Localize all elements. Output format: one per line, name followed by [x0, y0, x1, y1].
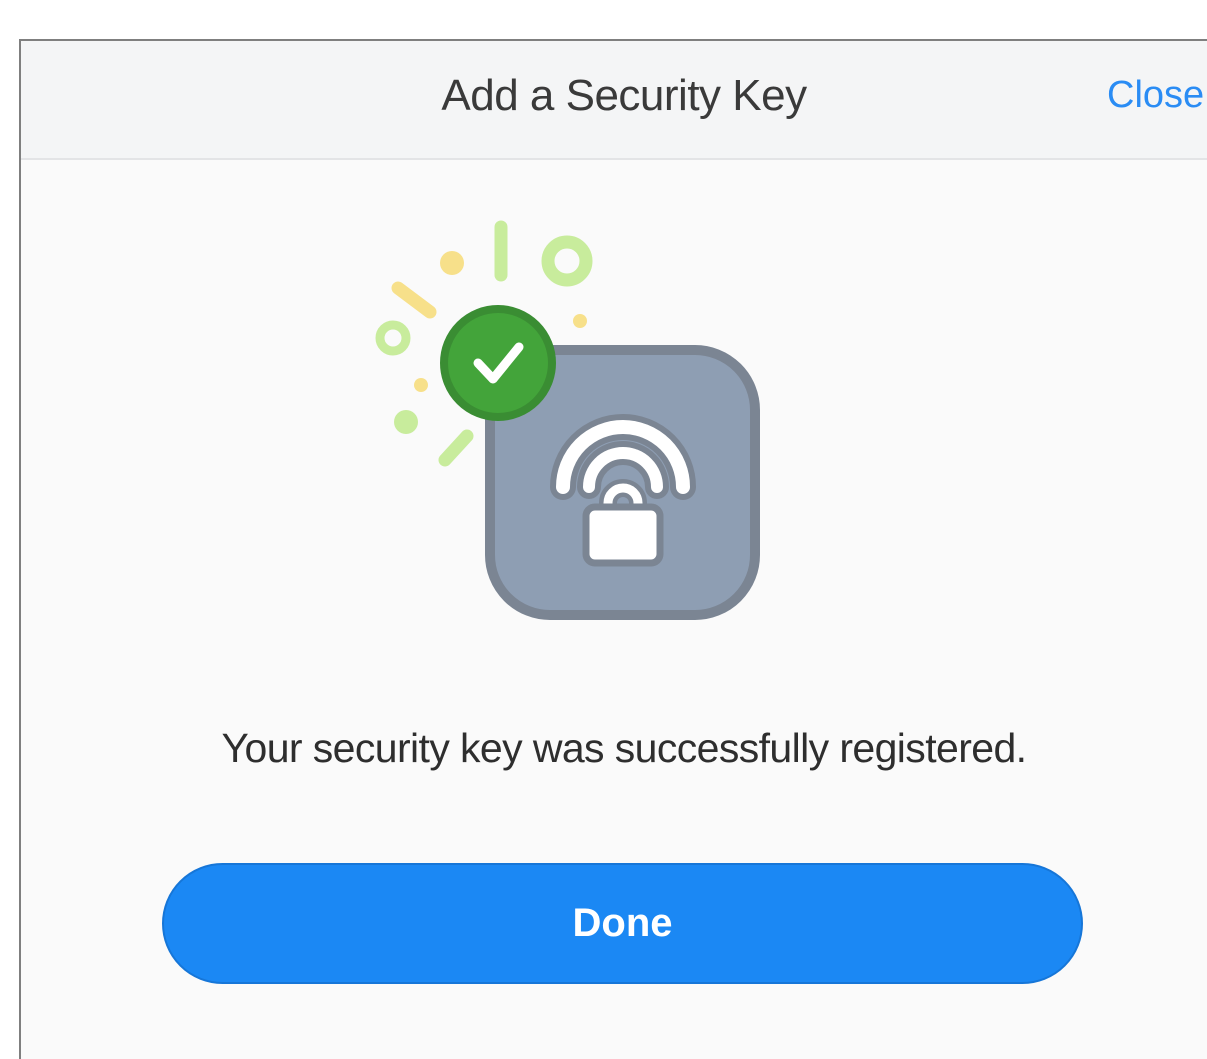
checkmark-icon	[440, 305, 556, 421]
success-illustration	[375, 220, 760, 620]
success-message: Your security key was successfully regis…	[221, 725, 1028, 771]
add-security-key-dialog: Add a Security Key Close Your security k…	[19, 39, 1207, 1059]
done-button[interactable]: Done	[162, 863, 1083, 984]
